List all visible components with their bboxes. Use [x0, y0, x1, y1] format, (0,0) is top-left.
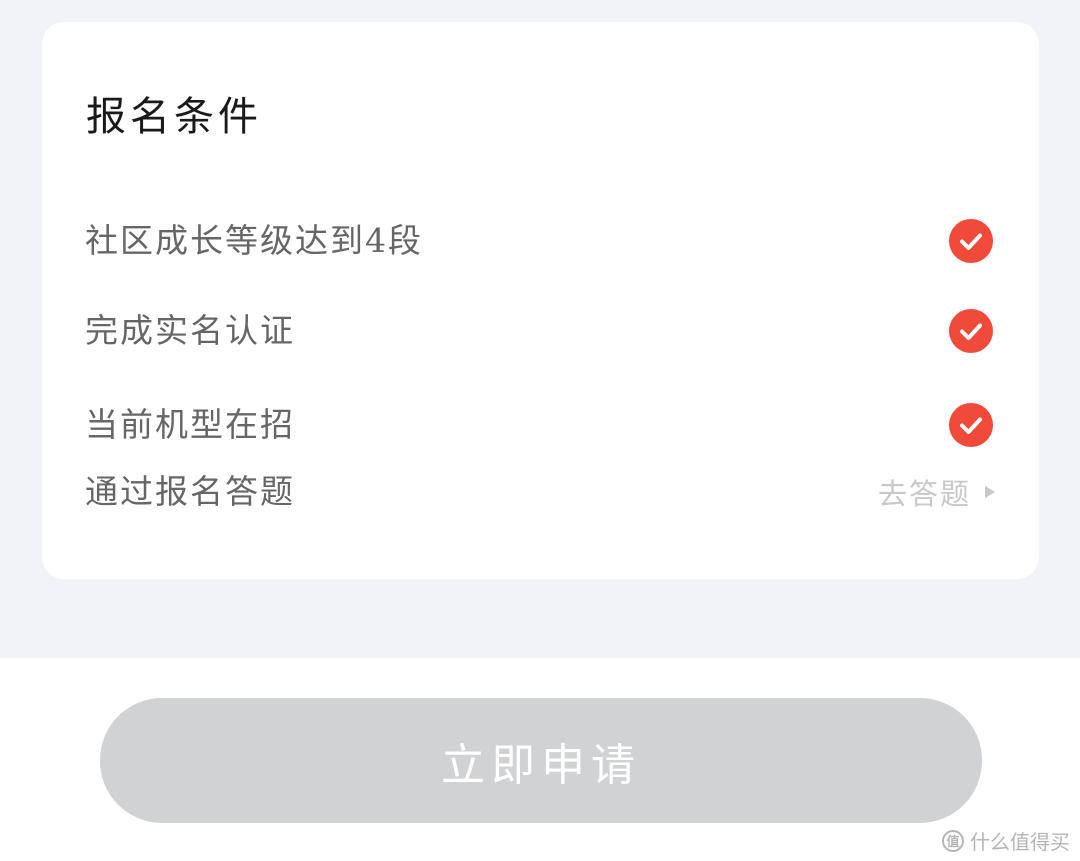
- condition-label: 当前机型在招: [85, 405, 295, 444]
- triangle-right-icon: [985, 486, 995, 498]
- condition-label: 通过报名答题: [85, 472, 295, 511]
- condition-label: 完成实名认证: [85, 311, 295, 350]
- conditions-section: 报名条件 社区成长等级达到4段 完成实名认证 当前机型在招 通过报名答题 去答题: [0, 0, 1080, 658]
- card-title: 报名条件: [86, 94, 262, 140]
- apply-now-button[interactable]: 立即申请: [100, 698, 982, 823]
- smzdm-logo-icon: 值: [942, 829, 964, 852]
- watermark: 值 什么值得买: [942, 826, 1070, 855]
- watermark-text: 什么值得买: [970, 830, 1070, 854]
- go-quiz-link[interactable]: 去答题: [878, 462, 995, 522]
- check-circle-icon: [949, 219, 993, 263]
- condition-row-level: 社区成长等级达到4段: [42, 211, 1039, 271]
- check-circle-icon: [949, 403, 993, 447]
- condition-row-realname: 完成实名认证: [42, 301, 1039, 361]
- bottom-bar: 立即申请 值 什么值得买: [0, 658, 1080, 861]
- conditions-card: 报名条件 社区成长等级达到4段 完成实名认证 当前机型在招 通过报名答题 去答题: [42, 22, 1039, 579]
- condition-row-device: 当前机型在招: [42, 395, 1039, 455]
- check-circle-icon: [949, 309, 993, 353]
- condition-row-quiz: 通过报名答题 去答题: [42, 462, 1039, 522]
- condition-label: 社区成长等级达到4段: [85, 221, 423, 260]
- go-quiz-label: 去答题: [877, 477, 971, 511]
